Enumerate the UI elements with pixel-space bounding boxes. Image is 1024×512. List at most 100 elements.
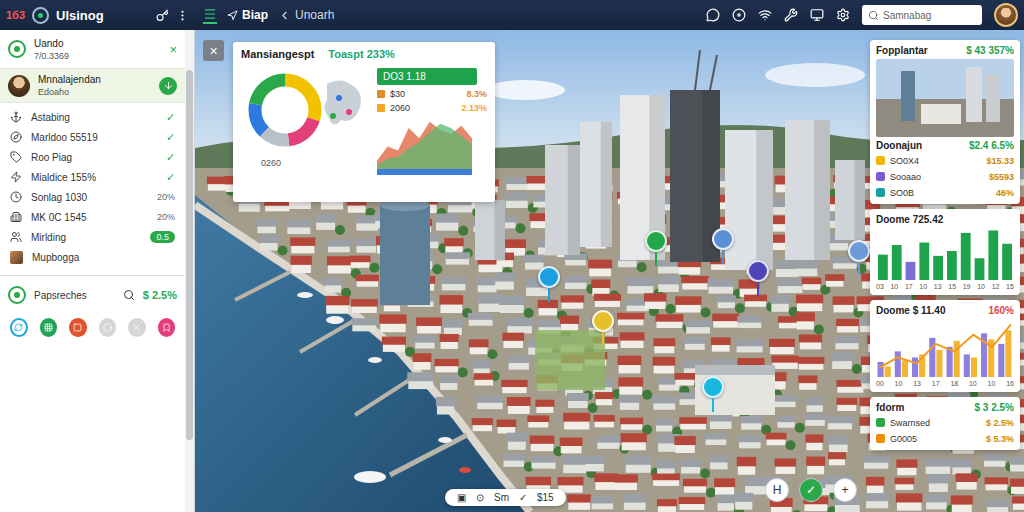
toolbar-item[interactable]: Sm (494, 492, 509, 503)
sidebar-item[interactable]: Marldoo 55519✓ (0, 127, 185, 147)
map-pin[interactable] (645, 230, 667, 252)
item-label: Mupbogga (32, 252, 79, 263)
action-button[interactable] (40, 318, 58, 337)
footer-value: $ 2.5% (143, 289, 177, 301)
stat-dot (377, 104, 385, 112)
sidebar-item[interactable]: Sonlag 103020% (0, 187, 185, 207)
brand-area: 1б3Ulsinog (0, 7, 195, 24)
toolbar-item[interactable]: ▣ (457, 492, 466, 503)
menu-icon[interactable] (203, 7, 217, 24)
top-actions: Samnabag (706, 3, 1024, 27)
item-icon (10, 211, 22, 223)
map-pin[interactable] (538, 266, 560, 288)
map-control-button[interactable]: + (833, 478, 857, 502)
back-icon (278, 9, 291, 22)
area-series (377, 124, 472, 169)
action-button[interactable] (69, 318, 87, 337)
map-pin[interactable] (848, 240, 870, 262)
panel-row[interactable]: SO0B46% (876, 186, 1014, 199)
axis-tick: 17 (905, 283, 913, 290)
nav-item[interactable]: Unoarh (278, 8, 334, 22)
row-value: 46% (996, 188, 1014, 198)
scrollbar-thumb[interactable] (186, 70, 193, 440)
search-icon[interactable] (123, 289, 135, 301)
wifi-icon[interactable] (758, 8, 772, 22)
bar (878, 362, 884, 377)
highlight-bar: DO3 1.18 (377, 68, 477, 85)
avatar-icon (10, 251, 23, 264)
axis-tick: 10 (890, 283, 898, 290)
stats-card: MansiangesptToaspt 233%0260DO3 1.18$308.… (233, 42, 495, 202)
donut-slice (255, 80, 315, 140)
axis-tick: 15 (1006, 283, 1014, 290)
panel-row[interactable]: Swarnsed$ 2.5% (876, 416, 1014, 429)
monitor-icon[interactable] (810, 8, 824, 22)
user-avatar[interactable] (994, 3, 1018, 27)
panel-row[interactable]: SO0X4$15.33 (876, 154, 1014, 167)
bar (895, 351, 901, 377)
map-control-button[interactable]: ✓ (799, 478, 823, 502)
panel-row[interactable]: G0005$ 5.3% (876, 432, 1014, 445)
bar (961, 233, 971, 280)
notification-badge[interactable]: 1б3 (6, 9, 25, 21)
divider (0, 275, 185, 276)
close-button[interactable]: × (203, 40, 224, 61)
donut-slice (255, 80, 315, 140)
bar (975, 258, 985, 280)
key-icon[interactable] (156, 9, 169, 22)
map-pin[interactable] (592, 310, 614, 332)
card-header: fdorm$ 3 2.5% (876, 402, 1014, 413)
card-header: Fopplantar$ 43 357% (876, 45, 1014, 56)
card-title: Doome 725.42 (876, 214, 943, 225)
building-photo (876, 59, 1014, 137)
action-button[interactable] (128, 318, 146, 337)
map-pin[interactable] (747, 260, 769, 282)
scrollbar[interactable] (185, 30, 194, 512)
card-subvalue: $2.4 6.5% (969, 140, 1014, 151)
toolbar-item[interactable]: $15 (537, 492, 554, 503)
nav-item[interactable]: Biap (227, 8, 268, 22)
item-label: MK 0C 1545 (31, 212, 87, 223)
action-button[interactable] (158, 318, 176, 337)
sidebar-item[interactable]: Roo Piag✓ (0, 147, 185, 167)
sidebar-item[interactable]: Astabing✓ (0, 107, 185, 127)
action-button[interactable] (10, 318, 28, 337)
wrench-icon[interactable] (784, 8, 798, 22)
stat-value: 8.3% (466, 89, 487, 99)
go-button[interactable] (159, 77, 177, 95)
active-subtitle: Edoaho (38, 87, 101, 97)
panel-row[interactable]: Sooaao$5593 (876, 170, 1014, 183)
search-field[interactable]: Samnabag (862, 5, 982, 25)
active-text: Mnnalajendan Edoaho (38, 74, 101, 97)
close-button[interactable]: × (169, 42, 177, 57)
map-control-button[interactable]: H (765, 478, 789, 502)
active-item[interactable]: Mnnalajendan Edoaho (0, 68, 185, 103)
row-icon (876, 418, 885, 427)
sidebar-item[interactable]: Mirlding0.5 (0, 227, 185, 247)
sidebar-item[interactable]: Mupbogga (0, 247, 185, 267)
sidebar-item[interactable]: Mialdice 155%✓ (0, 167, 185, 187)
header-title: Uando (34, 38, 69, 49)
active-title: Mnnalajendan (38, 74, 101, 85)
disc-icon[interactable] (732, 8, 746, 22)
more-icon[interactable] (176, 9, 189, 22)
card-header: MansiangesptToaspt 233% (241, 48, 487, 60)
toolbar-item[interactable]: ✓ (519, 492, 527, 503)
sidebar-item[interactable]: MK 0C 154520% (0, 207, 185, 227)
header-text: Uando7/0.3369 (34, 38, 69, 61)
row-label: G0005 (890, 434, 917, 444)
row-value: $ 2.5% (986, 418, 1014, 428)
bar (1002, 244, 1012, 280)
map-pin[interactable] (702, 376, 724, 398)
map-pin[interactable] (712, 228, 734, 250)
action-button[interactable] (99, 318, 117, 337)
item-icon (10, 151, 22, 163)
chat-icon[interactable] (706, 8, 720, 22)
axis-tick: 10 (977, 283, 985, 290)
stat-label: 2060 (390, 103, 410, 113)
item-icon (10, 171, 22, 183)
settings-icon[interactable] (836, 8, 850, 22)
row-icon (876, 172, 885, 181)
toolbar-item[interactable]: ⊙ (476, 492, 484, 503)
right-panels: Fopplantar$ 43 357%Doonajun$2.4 6.5%SO0X… (870, 40, 1020, 450)
